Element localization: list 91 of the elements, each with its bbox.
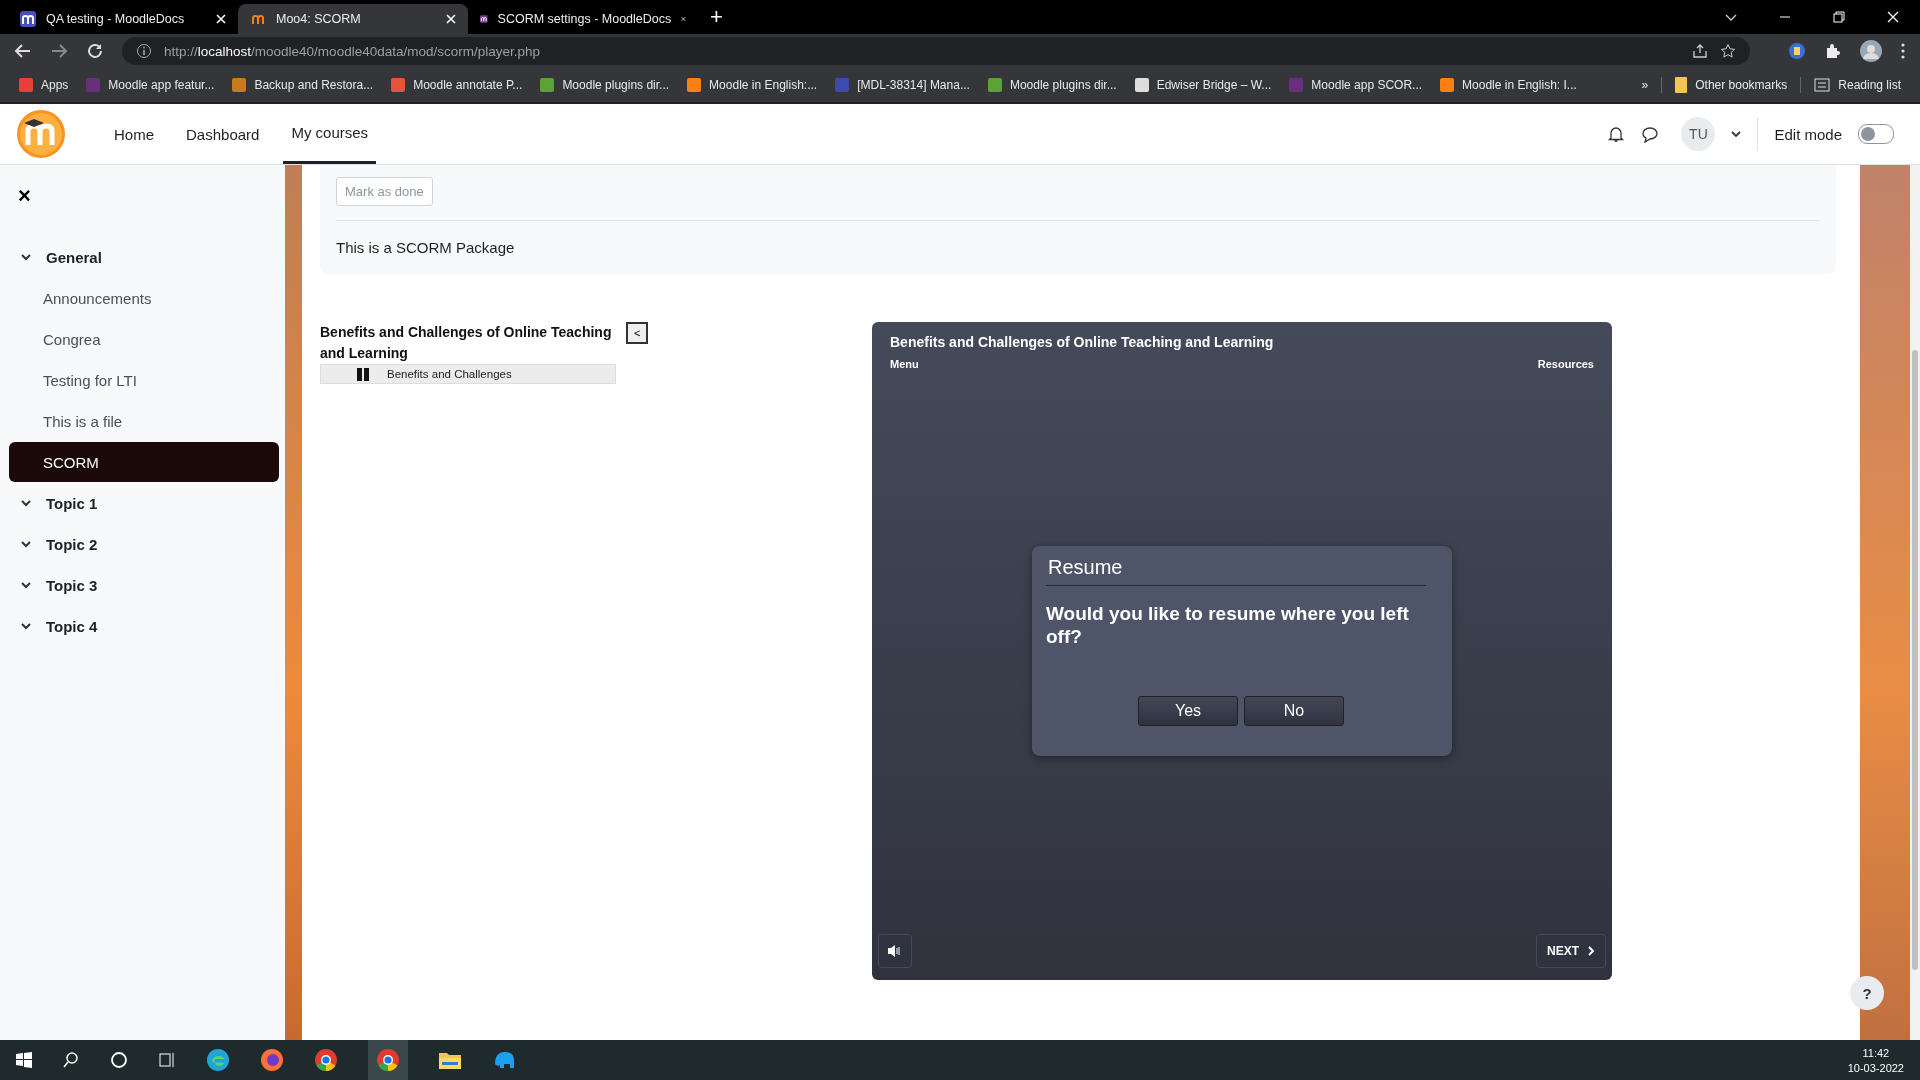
kebab-menu-icon[interactable]: [1900, 42, 1906, 60]
activity-link[interactable]: Announcements: [9, 278, 279, 318]
clock-date: 10-03-2022: [1847, 1061, 1904, 1074]
puzzle-icon[interactable]: [1824, 42, 1842, 60]
bookmark[interactable]: Moodle plugins dir...: [531, 78, 679, 92]
section-link[interactable]: Topic 4: [0, 606, 285, 646]
reading-list-button[interactable]: Reading list: [1805, 78, 1910, 92]
reload-icon[interactable]: [86, 42, 104, 60]
bookmark[interactable]: Edwiser Bridge – W...: [1125, 78, 1281, 92]
bell-icon[interactable]: [1607, 125, 1626, 143]
chevron-icon: [20, 497, 32, 509]
moodle-logo[interactable]: [16, 109, 66, 159]
next-button[interactable]: NEXT: [1536, 934, 1606, 968]
clock-time: 11:42: [1862, 1046, 1890, 1059]
close-drawer-button[interactable]: ×: [18, 185, 31, 207]
browser-tab[interactable]: Moo4: SCORM: [238, 4, 468, 34]
more-bookmarks-button[interactable]: »: [1632, 78, 1658, 92]
nav-link[interactable]: Home: [106, 104, 162, 164]
close-icon[interactable]: [216, 14, 226, 24]
bookmark[interactable]: Moodle app featur...: [77, 78, 224, 92]
edit-mode-toggle[interactable]: [1858, 124, 1894, 144]
chevron-icon: [20, 251, 32, 263]
extension-icon[interactable]: [1788, 42, 1806, 60]
edge-browser-icon[interactable]: [206, 1048, 230, 1072]
caret-icon[interactable]: [1731, 129, 1742, 139]
dialog-button[interactable]: No: [1244, 696, 1344, 726]
activity-description: This is a SCORM Package: [336, 239, 515, 256]
address-bar[interactable]: http://localhost/moodle40/moodle40data/mod/scorm/player.php: [122, 37, 1750, 65]
star-icon[interactable]: [1720, 43, 1736, 59]
chevron-right-icon: [1587, 946, 1595, 956]
section-link[interactable]: Topic 2: [0, 524, 285, 564]
activity-link[interactable]: This is a file: [9, 401, 279, 441]
scrollbar-thumb[interactable]: [1912, 350, 1918, 970]
forward-icon[interactable]: [50, 42, 68, 60]
bookmark-folder[interactable]: Other bookmarks: [1666, 77, 1797, 93]
help-button[interactable]: ?: [1850, 976, 1884, 1010]
bookmark[interactable]: Backup and Restora...: [223, 78, 383, 92]
close-icon[interactable]: [681, 14, 686, 24]
bookmark[interactable]: Moodle in English:...: [678, 78, 827, 92]
activity-link[interactable]: SCORM: [9, 442, 279, 482]
new-tab-button[interactable]: +: [698, 4, 735, 30]
chevron-icon: [20, 620, 32, 632]
menu-link[interactable]: Menu: [890, 358, 919, 370]
section-link[interactable]: General: [0, 237, 285, 277]
bookmark[interactable]: Moodle app SCOR...: [1280, 78, 1432, 92]
circle-icon[interactable]: [110, 1051, 128, 1069]
chevron-icon: [20, 579, 32, 591]
close-icon[interactable]: [1886, 10, 1900, 24]
profile-avatar-icon[interactable]: [1860, 40, 1882, 62]
firefox-icon[interactable]: [260, 1048, 284, 1072]
restore-icon[interactable]: [1832, 10, 1846, 24]
bookmark[interactable]: [MDL-38314] Mana...: [826, 78, 979, 92]
volume-button[interactable]: [878, 934, 912, 968]
browser-tab[interactable]: QA testing - MoodleDocs: [8, 4, 238, 34]
bookmark[interactable]: Moodle plugins dir...: [978, 78, 1126, 92]
search-icon[interactable]: [62, 1051, 80, 1069]
activity-link[interactable]: Testing for LTI: [9, 360, 279, 400]
bookmark[interactable]: Moodle in English: I...: [1431, 78, 1586, 92]
back-icon[interactable]: [14, 42, 32, 60]
windows-start-icon[interactable]: [16, 1052, 32, 1068]
folder-icon[interactable]: [438, 1050, 462, 1070]
info-icon: [136, 43, 152, 59]
browser-tab[interactable]: SCORM settings - MoodleDocs: [468, 4, 698, 34]
list-icon: [1814, 78, 1831, 92]
bookmark[interactable]: Moodle annotate P...: [382, 78, 532, 92]
user-avatar[interactable]: TU: [1681, 117, 1716, 151]
close-icon[interactable]: [446, 14, 456, 24]
course-title: Benefits and Challenges of Online Teaching and Learning: [890, 334, 1275, 350]
share-icon[interactable]: [1692, 43, 1708, 59]
chrome-icon[interactable]: [368, 1040, 408, 1080]
toc-title: Benefits and Challenges of Online Teaching and Learning: [320, 323, 613, 363]
bookmark[interactable]: Apps: [10, 78, 78, 92]
dialog-button[interactable]: Yes: [1138, 696, 1238, 726]
chevron-icon: [20, 538, 32, 550]
nav-link[interactable]: Dashboard: [178, 104, 268, 164]
task-view-icon[interactable]: [158, 1051, 176, 1069]
pause-icon: [357, 367, 369, 381]
section-link[interactable]: Topic 3: [0, 565, 285, 605]
edit-mode-label: Edit mode: [1774, 125, 1842, 143]
toc-item[interactable]: Benefits and Challenges: [320, 364, 616, 384]
collapse-toc-button[interactable]: <: [626, 322, 649, 344]
folder-icon: [1675, 77, 1688, 93]
dialog-title: Resume: [1046, 552, 1426, 586]
chrome-icon[interactable]: [314, 1048, 338, 1072]
activity-link[interactable]: Congrea: [9, 319, 279, 359]
chat-icon[interactable]: [1641, 125, 1660, 143]
section-link[interactable]: Topic 1: [0, 483, 285, 523]
resources-link[interactable]: Resources: [1537, 358, 1594, 370]
url-text: http://localhost/moodle40/moodle40data/mod/scorm/player.php: [164, 43, 540, 59]
speaker-icon: [887, 944, 903, 958]
dialog-message: Would you like to resume where you left off?: [1046, 602, 1410, 648]
